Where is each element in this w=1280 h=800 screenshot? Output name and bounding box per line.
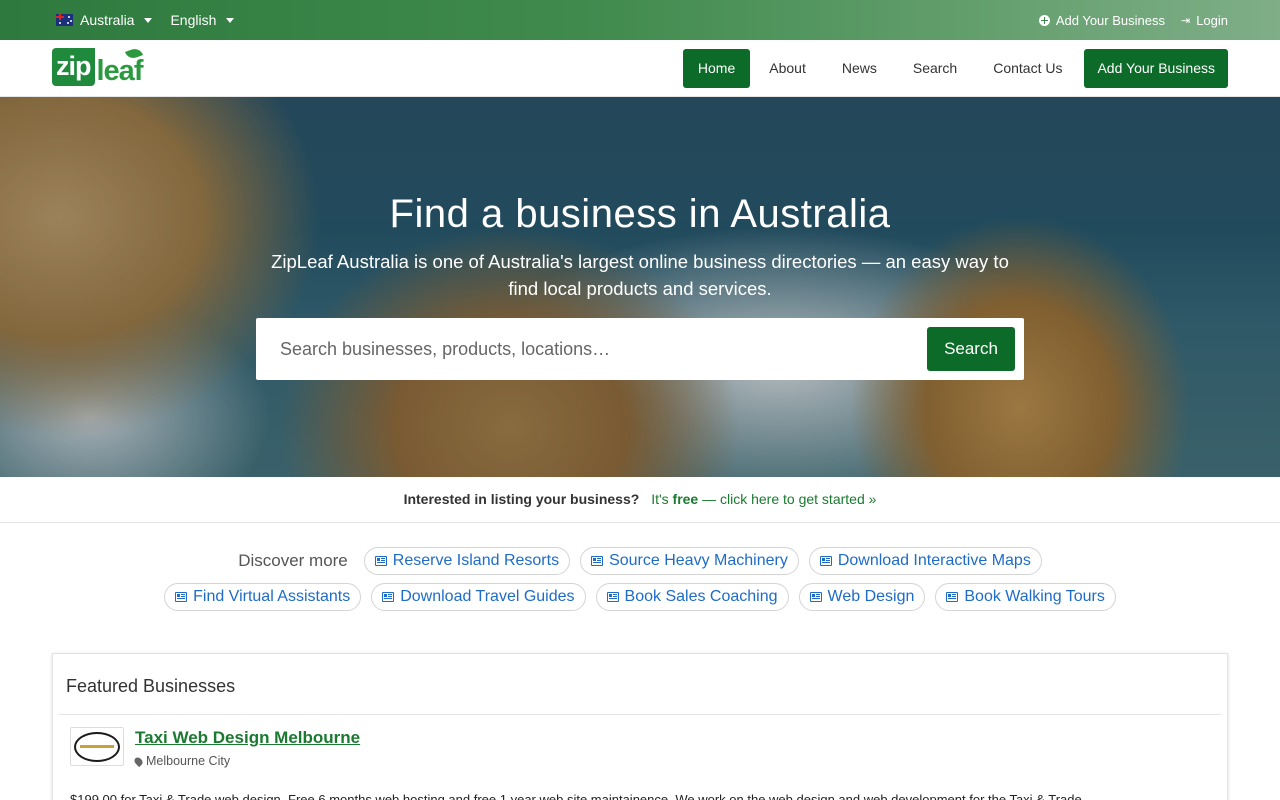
- business-name-link[interactable]: Taxi Web Design Melbourne: [135, 728, 360, 748]
- language-label: English: [170, 12, 217, 28]
- login-link[interactable]: ⇥ Login: [1181, 13, 1228, 28]
- top-bar: Australia English Add Your Business ⇥ Lo…: [0, 0, 1280, 40]
- map-marker-icon: [132, 755, 145, 767]
- discover-row-1: Discover more Reserve Island Resorts Sou…: [0, 547, 1280, 575]
- discover-label: Discover more: [238, 551, 348, 570]
- newspaper-icon: [946, 592, 959, 602]
- main-nav: Home About News Search Contact Us Add Yo…: [682, 49, 1228, 88]
- discover-more: Discover more Reserve Island Resorts Sou…: [0, 547, 1280, 619]
- featured-title: Featured Businesses: [66, 676, 236, 696]
- newspaper-icon: [809, 592, 822, 602]
- business-description: $199.00 for Taxi & Trade web design. Fre…: [70, 792, 1082, 800]
- logo-zip: zip: [52, 48, 95, 86]
- discover-chip[interactable]: Book Walking Tours: [935, 583, 1116, 611]
- top-links: Add Your Business ⇥ Login: [1038, 0, 1228, 40]
- discover-chip[interactable]: Web Design: [798, 583, 926, 611]
- business-location: Melbourne City: [132, 754, 230, 768]
- featured-businesses: Featured Businesses Taxi Web Design Melb…: [52, 653, 1228, 800]
- locale-selectors: Australia English: [56, 0, 235, 40]
- discover-chip[interactable]: Find Virtual Assistants: [164, 583, 362, 611]
- newspaper-icon: [606, 592, 619, 602]
- caret-down-icon: [226, 17, 235, 23]
- business-logo[interactable]: [70, 727, 124, 766]
- zipleaf-logo[interactable]: zip leaf: [52, 46, 144, 86]
- nav-about[interactable]: About: [752, 49, 823, 88]
- logo-leaf: leaf: [97, 46, 144, 86]
- discover-chip[interactable]: Download Travel Guides: [371, 583, 586, 611]
- language-selector[interactable]: English: [170, 12, 235, 28]
- discover-chip[interactable]: Book Sales Coaching: [595, 583, 789, 611]
- divider: [59, 714, 1221, 715]
- nav-contact-us[interactable]: Contact Us: [976, 49, 1079, 88]
- listing-question: Interested in listing your business?: [403, 491, 640, 507]
- newspaper-icon: [382, 592, 395, 602]
- newspaper-icon: [175, 592, 188, 602]
- discover-row-2: Find Virtual Assistants Download Travel …: [0, 583, 1280, 611]
- listing-promo: Interested in listing your business? It'…: [0, 477, 1280, 523]
- search-input[interactable]: [256, 318, 916, 380]
- top-add-business-label: Add Your Business: [1055, 12, 1165, 28]
- top-add-business-link[interactable]: Add Your Business: [1038, 12, 1165, 28]
- search-button[interactable]: Search: [927, 327, 1015, 371]
- newspaper-icon: [591, 556, 604, 566]
- hero-banner: Find a business in Australia ZipLeaf Aus…: [0, 97, 1280, 477]
- country-label: Australia: [80, 12, 135, 28]
- country-selector[interactable]: Australia: [56, 12, 153, 28]
- hero-search-box: Search: [256, 318, 1024, 380]
- login-label: Login: [1196, 12, 1228, 28]
- nav-home[interactable]: Home: [682, 49, 751, 88]
- hero-subtitle: ZipLeaf Australia is one of Australia's …: [271, 251, 1009, 299]
- newspaper-icon: [374, 556, 387, 566]
- newspaper-icon: [819, 556, 832, 566]
- discover-chip[interactable]: Download Interactive Maps: [808, 547, 1042, 575]
- get-started-link[interactable]: It's free — click here to get started »: [651, 491, 876, 507]
- site-header: zip leaf Home About News Search Contact …: [0, 40, 1280, 97]
- australia-flag-icon: [56, 14, 73, 26]
- caret-down-icon: [144, 17, 153, 23]
- discover-chip[interactable]: Reserve Island Resorts: [363, 547, 571, 575]
- nav-search[interactable]: Search: [896, 49, 974, 88]
- sign-in-icon: ⇥: [1180, 14, 1191, 27]
- plus-circle-icon: [1038, 14, 1050, 26]
- discover-chip[interactable]: Source Heavy Machinery: [580, 547, 799, 575]
- add-your-business-button[interactable]: Add Your Business: [1084, 49, 1228, 88]
- hero-title: Find a business in Australia: [389, 192, 891, 236]
- nav-news[interactable]: News: [825, 49, 894, 88]
